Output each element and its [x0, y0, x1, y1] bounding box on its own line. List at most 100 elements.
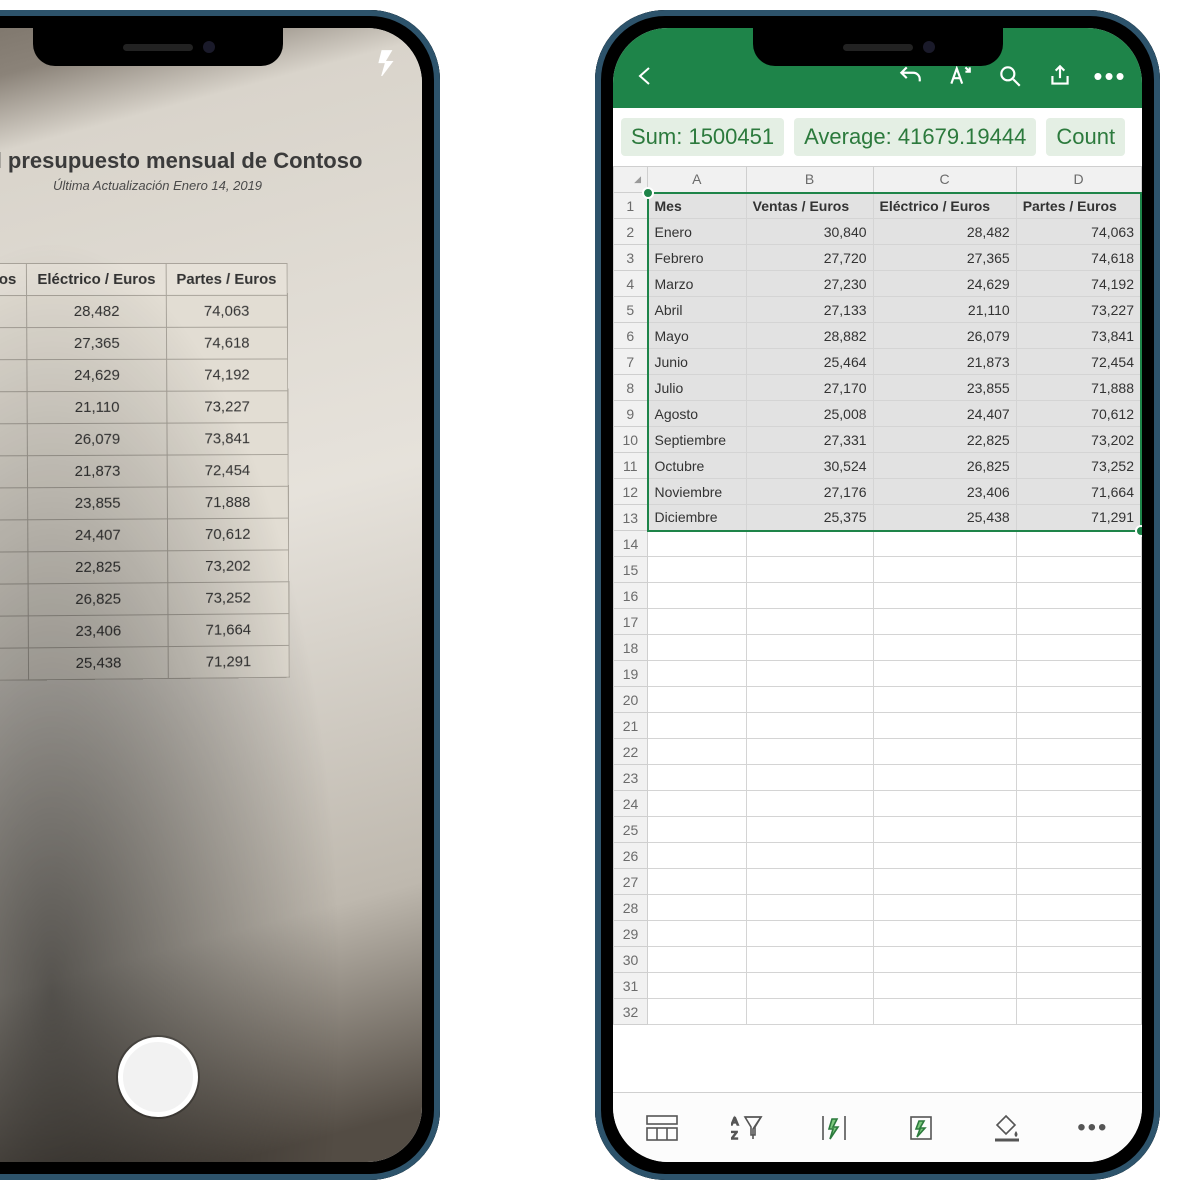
- cell[interactable]: [648, 895, 747, 921]
- cell[interactable]: Ventas / Euros: [746, 193, 873, 219]
- cell[interactable]: [873, 921, 1016, 947]
- cell[interactable]: [648, 583, 747, 609]
- row-header[interactable]: 15: [614, 557, 648, 583]
- row-header[interactable]: 3: [614, 245, 648, 271]
- cell[interactable]: [746, 921, 873, 947]
- row-header[interactable]: 16: [614, 583, 648, 609]
- cell[interactable]: Noviembre: [648, 479, 747, 505]
- cell[interactable]: 74,192: [1016, 271, 1141, 297]
- cell[interactable]: Partes / Euros: [1016, 193, 1141, 219]
- cell[interactable]: [873, 609, 1016, 635]
- cell[interactable]: [648, 531, 747, 557]
- cell[interactable]: Abril: [648, 297, 747, 323]
- row-header[interactable]: 20: [614, 687, 648, 713]
- row-header[interactable]: 5: [614, 297, 648, 323]
- cell[interactable]: [746, 609, 873, 635]
- cell[interactable]: [746, 843, 873, 869]
- cell[interactable]: [873, 947, 1016, 973]
- cell[interactable]: [648, 973, 747, 999]
- more-button[interactable]: •••: [1088, 54, 1132, 98]
- cell[interactable]: [746, 973, 873, 999]
- cell[interactable]: 22,825: [873, 427, 1016, 453]
- row-header[interactable]: 23: [614, 765, 648, 791]
- cell[interactable]: [873, 817, 1016, 843]
- cell[interactable]: [873, 765, 1016, 791]
- cell[interactable]: [1016, 739, 1141, 765]
- cell[interactable]: 74,063: [1016, 219, 1141, 245]
- cell[interactable]: [1016, 973, 1141, 999]
- cell[interactable]: [746, 531, 873, 557]
- cell[interactable]: [1016, 895, 1141, 921]
- row-header[interactable]: 8: [614, 375, 648, 401]
- row-header[interactable]: 4: [614, 271, 648, 297]
- cell[interactable]: 21,110: [873, 297, 1016, 323]
- cell[interactable]: Eléctrico / Euros: [873, 193, 1016, 219]
- cell[interactable]: 23,855: [873, 375, 1016, 401]
- cell[interactable]: 27,230: [746, 271, 873, 297]
- cell[interactable]: Julio: [648, 375, 747, 401]
- cell[interactable]: [648, 635, 747, 661]
- cell[interactable]: [1016, 583, 1141, 609]
- stat-sum[interactable]: Sum: 1500451: [621, 118, 784, 156]
- row-header[interactable]: 27: [614, 869, 648, 895]
- cell[interactable]: [873, 739, 1016, 765]
- cell[interactable]: [1016, 843, 1141, 869]
- cell[interactable]: 25,438: [873, 505, 1016, 531]
- cell[interactable]: [746, 947, 873, 973]
- cell[interactable]: 25,464: [746, 349, 873, 375]
- cell[interactable]: [1016, 791, 1141, 817]
- row-header[interactable]: 9: [614, 401, 648, 427]
- autofit-icon[interactable]: [809, 1103, 859, 1153]
- cell[interactable]: 27,331: [746, 427, 873, 453]
- cell[interactable]: Agosto: [648, 401, 747, 427]
- cell[interactable]: [648, 947, 747, 973]
- row-header[interactable]: 11: [614, 453, 648, 479]
- cell[interactable]: [746, 999, 873, 1025]
- cell[interactable]: [1016, 817, 1141, 843]
- cell[interactable]: 71,664: [1016, 479, 1141, 505]
- cell[interactable]: [1016, 531, 1141, 557]
- cell[interactable]: [648, 661, 747, 687]
- cell[interactable]: [746, 791, 873, 817]
- cell[interactable]: [648, 739, 747, 765]
- cell[interactable]: 27,170: [746, 375, 873, 401]
- cell[interactable]: [1016, 661, 1141, 687]
- cell[interactable]: [746, 687, 873, 713]
- cell[interactable]: [1016, 869, 1141, 895]
- share-button[interactable]: [1038, 54, 1082, 98]
- cell[interactable]: 74,618: [1016, 245, 1141, 271]
- cell[interactable]: Enero: [648, 219, 747, 245]
- row-header[interactable]: 31: [614, 973, 648, 999]
- cell[interactable]: 28,482: [873, 219, 1016, 245]
- cell[interactable]: Septiembre: [648, 427, 747, 453]
- cell[interactable]: [873, 531, 1016, 557]
- row-header[interactable]: 10: [614, 427, 648, 453]
- cell[interactable]: 71,291: [1016, 505, 1141, 531]
- row-header[interactable]: 30: [614, 947, 648, 973]
- cell[interactable]: [746, 635, 873, 661]
- cell[interactable]: Octubre: [648, 453, 747, 479]
- row-header[interactable]: 24: [614, 791, 648, 817]
- cell[interactable]: [1016, 609, 1141, 635]
- cell[interactable]: 27,176: [746, 479, 873, 505]
- cell[interactable]: [1016, 687, 1141, 713]
- row-header[interactable]: 14: [614, 531, 648, 557]
- cell[interactable]: 27,720: [746, 245, 873, 271]
- cell[interactable]: [873, 973, 1016, 999]
- row-header[interactable]: 32: [614, 999, 648, 1025]
- cell[interactable]: [648, 609, 747, 635]
- cell[interactable]: 73,841: [1016, 323, 1141, 349]
- fill-color-icon[interactable]: [982, 1103, 1032, 1153]
- sort-filter-icon[interactable]: A Z: [723, 1103, 773, 1153]
- cell[interactable]: [648, 999, 747, 1025]
- cell[interactable]: Febrero: [648, 245, 747, 271]
- cell[interactable]: 73,227: [1016, 297, 1141, 323]
- cell[interactable]: 24,629: [873, 271, 1016, 297]
- cell[interactable]: [873, 635, 1016, 661]
- row-header[interactable]: 19: [614, 661, 648, 687]
- row-header[interactable]: 17: [614, 609, 648, 635]
- cell[interactable]: 26,825: [873, 453, 1016, 479]
- table-format-icon[interactable]: [637, 1103, 687, 1153]
- cell[interactable]: Diciembre: [648, 505, 747, 531]
- cell[interactable]: [873, 713, 1016, 739]
